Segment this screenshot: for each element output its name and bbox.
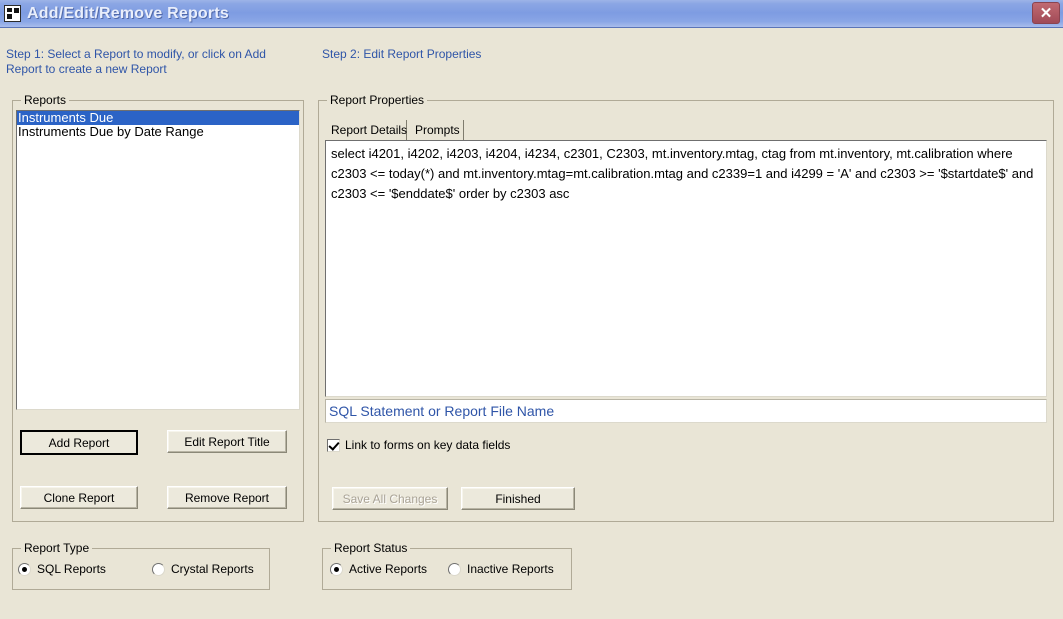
radio-inactive-reports-indicator[interactable] xyxy=(448,563,461,576)
radio-inactive-reports[interactable]: Inactive Reports xyxy=(448,562,554,576)
report-form-icon xyxy=(4,5,21,22)
report-type-groupbox-title: Report Type xyxy=(21,541,92,555)
link-to-forms-checkbox-row[interactable]: Link to forms on key data fields xyxy=(327,438,510,452)
remove-report-button[interactable]: Remove Report xyxy=(167,486,287,509)
sql-caption-label: SQL Statement or Report File Name xyxy=(329,403,554,419)
add-edit-remove-reports-dialog: Add/Edit/Remove Reports ✕ Step 1: Select… xyxy=(0,0,1063,619)
radio-sql-reports-label: SQL Reports xyxy=(37,562,106,576)
window-titlebar: Add/Edit/Remove Reports ✕ xyxy=(0,0,1063,28)
radio-crystal-reports-indicator[interactable] xyxy=(152,563,165,576)
radio-sql-reports-indicator[interactable] xyxy=(18,563,31,576)
list-item[interactable]: Instruments Due by Date Range xyxy=(17,125,299,139)
radio-crystal-reports[interactable]: Crystal Reports xyxy=(152,562,254,576)
sql-statement-textarea[interactable]: select i4201, i4202, i4203, i4204, i4234… xyxy=(325,140,1047,397)
reports-groupbox-title: Reports xyxy=(21,93,69,107)
link-to-forms-label: Link to forms on key data fields xyxy=(345,438,510,452)
clone-report-button[interactable]: Clone Report xyxy=(20,486,138,509)
step2-instruction: Step 2: Edit Report Properties xyxy=(322,47,622,62)
save-all-changes-button: Save All Changes xyxy=(332,487,448,510)
radio-active-reports[interactable]: Active Reports xyxy=(330,562,427,576)
radio-active-reports-indicator[interactable] xyxy=(330,563,343,576)
step1-instruction: Step 1: Select a Report to modify, or cl… xyxy=(6,47,296,77)
report-properties-groupbox-title: Report Properties xyxy=(327,93,427,107)
tab-report-details[interactable]: Report Details xyxy=(325,120,407,140)
radio-sql-reports[interactable]: SQL Reports xyxy=(18,562,106,576)
reports-listbox[interactable]: Instruments Due Instruments Due by Date … xyxy=(16,110,300,410)
list-item[interactable]: Instruments Due xyxy=(17,111,299,125)
report-status-groupbox-title: Report Status xyxy=(331,541,410,555)
sql-statement-text: select i4201, i4202, i4203, i4204, i4234… xyxy=(331,144,1041,204)
window-title: Add/Edit/Remove Reports xyxy=(27,5,229,23)
tab-prompts[interactable]: Prompts xyxy=(409,120,464,140)
radio-crystal-reports-label: Crystal Reports xyxy=(171,562,254,576)
finished-button[interactable]: Finished xyxy=(461,487,575,510)
close-icon: ✕ xyxy=(1040,6,1053,21)
close-button[interactable]: ✕ xyxy=(1032,2,1060,24)
add-report-button[interactable]: Add Report xyxy=(20,430,138,455)
report-properties-tabstrip: Report Details Prompts xyxy=(325,120,1047,140)
radio-active-reports-label: Active Reports xyxy=(349,562,427,576)
edit-report-title-button[interactable]: Edit Report Title xyxy=(167,430,287,453)
link-to-forms-checkbox[interactable] xyxy=(327,439,340,452)
radio-inactive-reports-label: Inactive Reports xyxy=(467,562,554,576)
sql-caption-field[interactable]: SQL Statement or Report File Name xyxy=(325,399,1047,423)
